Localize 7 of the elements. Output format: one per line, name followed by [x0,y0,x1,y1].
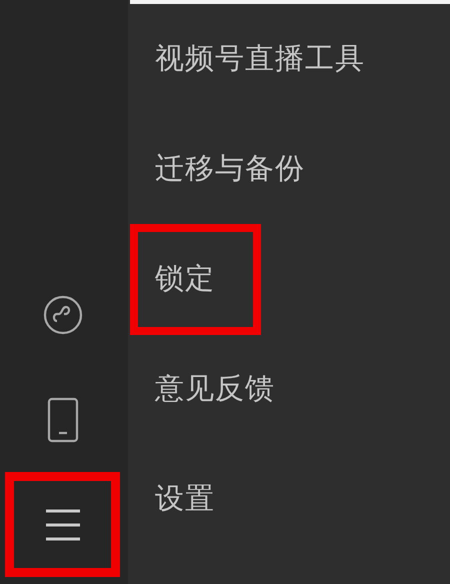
swirl-circle-icon[interactable] [42,294,82,334]
menu-item[interactable]: 视频号直播工具 [155,39,365,79]
menu-item[interactable]: 锁定 [155,259,215,299]
menu-item[interactable]: 迁移与备份 [155,149,305,189]
menu-item[interactable]: 意见反馈 [155,369,275,409]
menu-item[interactable]: 设置 [155,479,215,519]
phone-icon[interactable] [46,396,78,442]
